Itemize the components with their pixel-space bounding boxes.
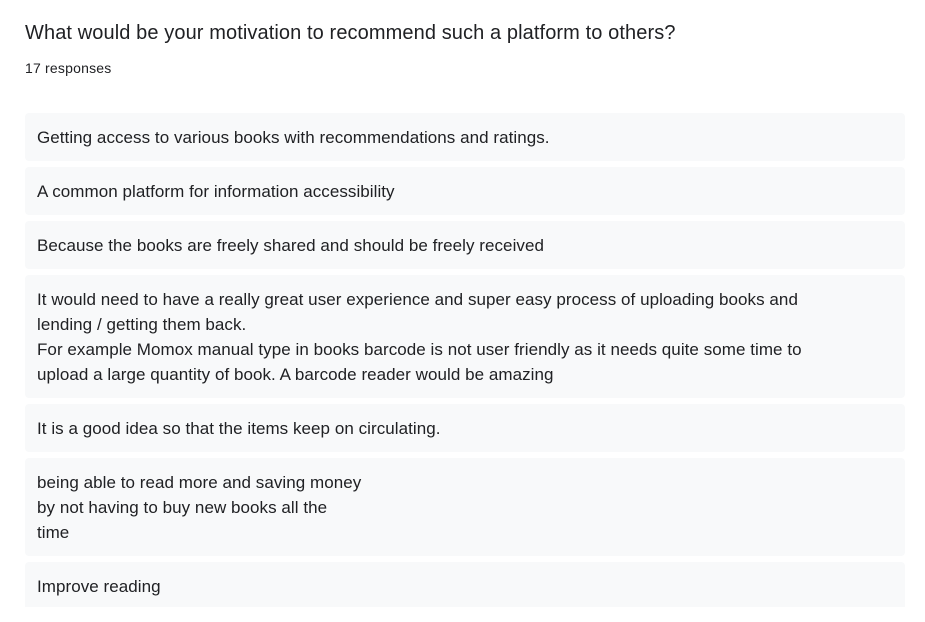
response-item: being able to read more and saving money… (25, 458, 905, 556)
response-item: It is a good idea so that the items keep… (25, 404, 905, 452)
question-title: What would be your motivation to recomme… (25, 22, 676, 44)
response-count: 17 responses (25, 60, 112, 76)
responses-scroll-area[interactable]: Getting access to various books with rec… (25, 113, 905, 607)
response-item: Improve reading (25, 562, 905, 607)
response-item: Getting access to various books with rec… (25, 113, 905, 161)
response-list: Getting access to various books with rec… (25, 113, 905, 607)
response-item: It would need to have a really great use… (25, 275, 905, 398)
response-item: A common platform for information access… (25, 167, 905, 215)
response-item: Because the books are freely shared and … (25, 221, 905, 269)
question-summary-card: What would be your motivation to recomme… (0, 0, 925, 622)
